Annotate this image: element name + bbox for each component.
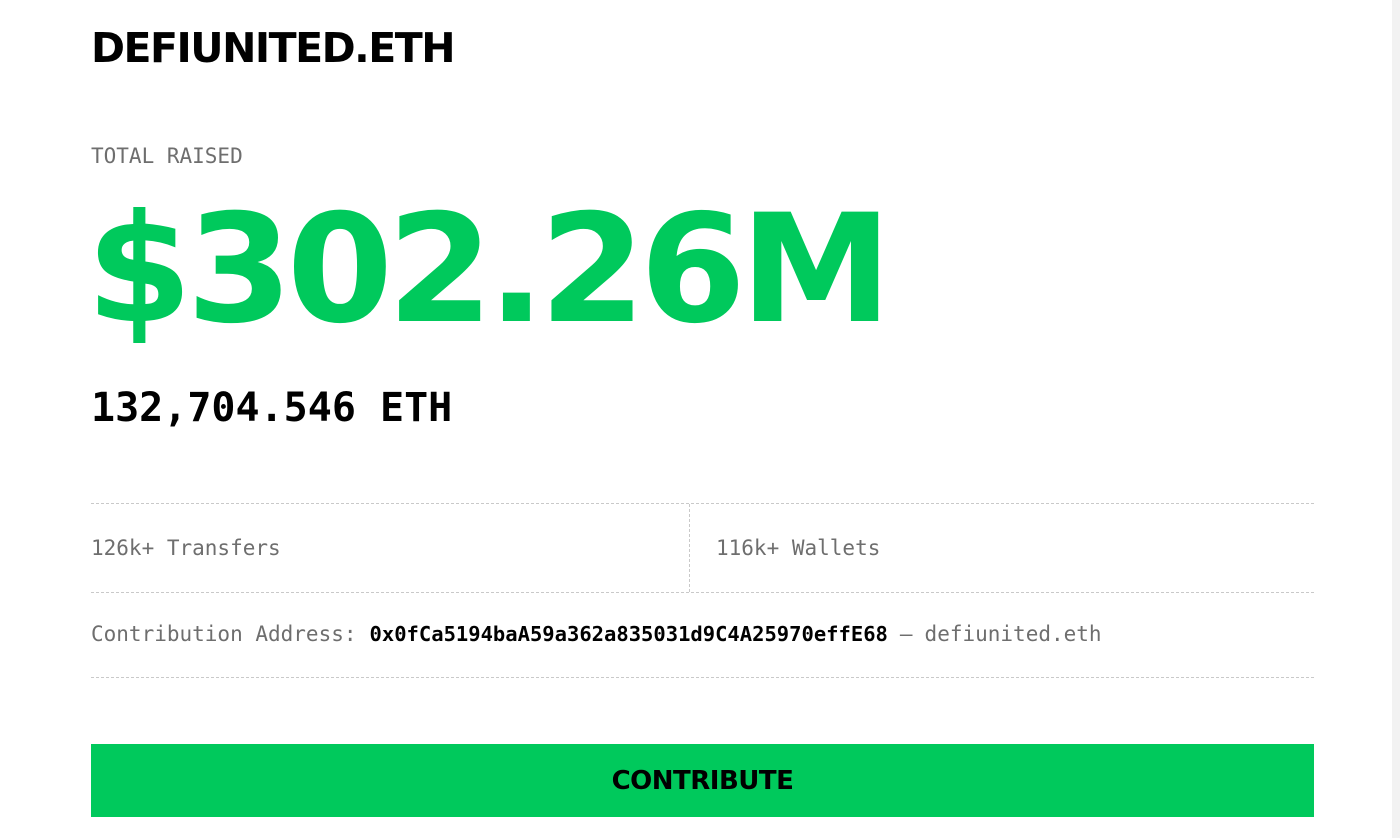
contribute-button[interactable]: CONTRIBUTE xyxy=(91,744,1314,817)
page: DEFIUNITED.ETH TOTAL RAISED $302.26M 132… xyxy=(0,0,1400,838)
contribution-address-label: Contribution Address: xyxy=(91,622,357,646)
contribution-ens-name[interactable]: defiunited.eth xyxy=(925,622,1102,646)
contribution-address-row: Contribution Address: 0x0fCa5194baA59a36… xyxy=(91,591,1314,678)
total-raised-usd: $302.26M xyxy=(86,183,892,357)
transfers-stat: 126k+ Transfers xyxy=(91,504,690,592)
stats-row: 126k+ Transfers 116k+ Wallets xyxy=(91,503,1314,593)
wallets-stat: 116k+ Wallets xyxy=(716,536,881,560)
total-raised-eth: 132,704.546 ETH xyxy=(91,385,453,431)
address-separator: — xyxy=(899,622,913,646)
scrollbar-track[interactable] xyxy=(1392,0,1400,838)
total-raised-label: TOTAL RAISED xyxy=(91,144,243,168)
page-title: DEFIUNITED.ETH xyxy=(91,24,456,72)
contribution-address-value[interactable]: 0x0fCa5194baA59a362a835031d9C4A25970effE… xyxy=(370,622,888,646)
